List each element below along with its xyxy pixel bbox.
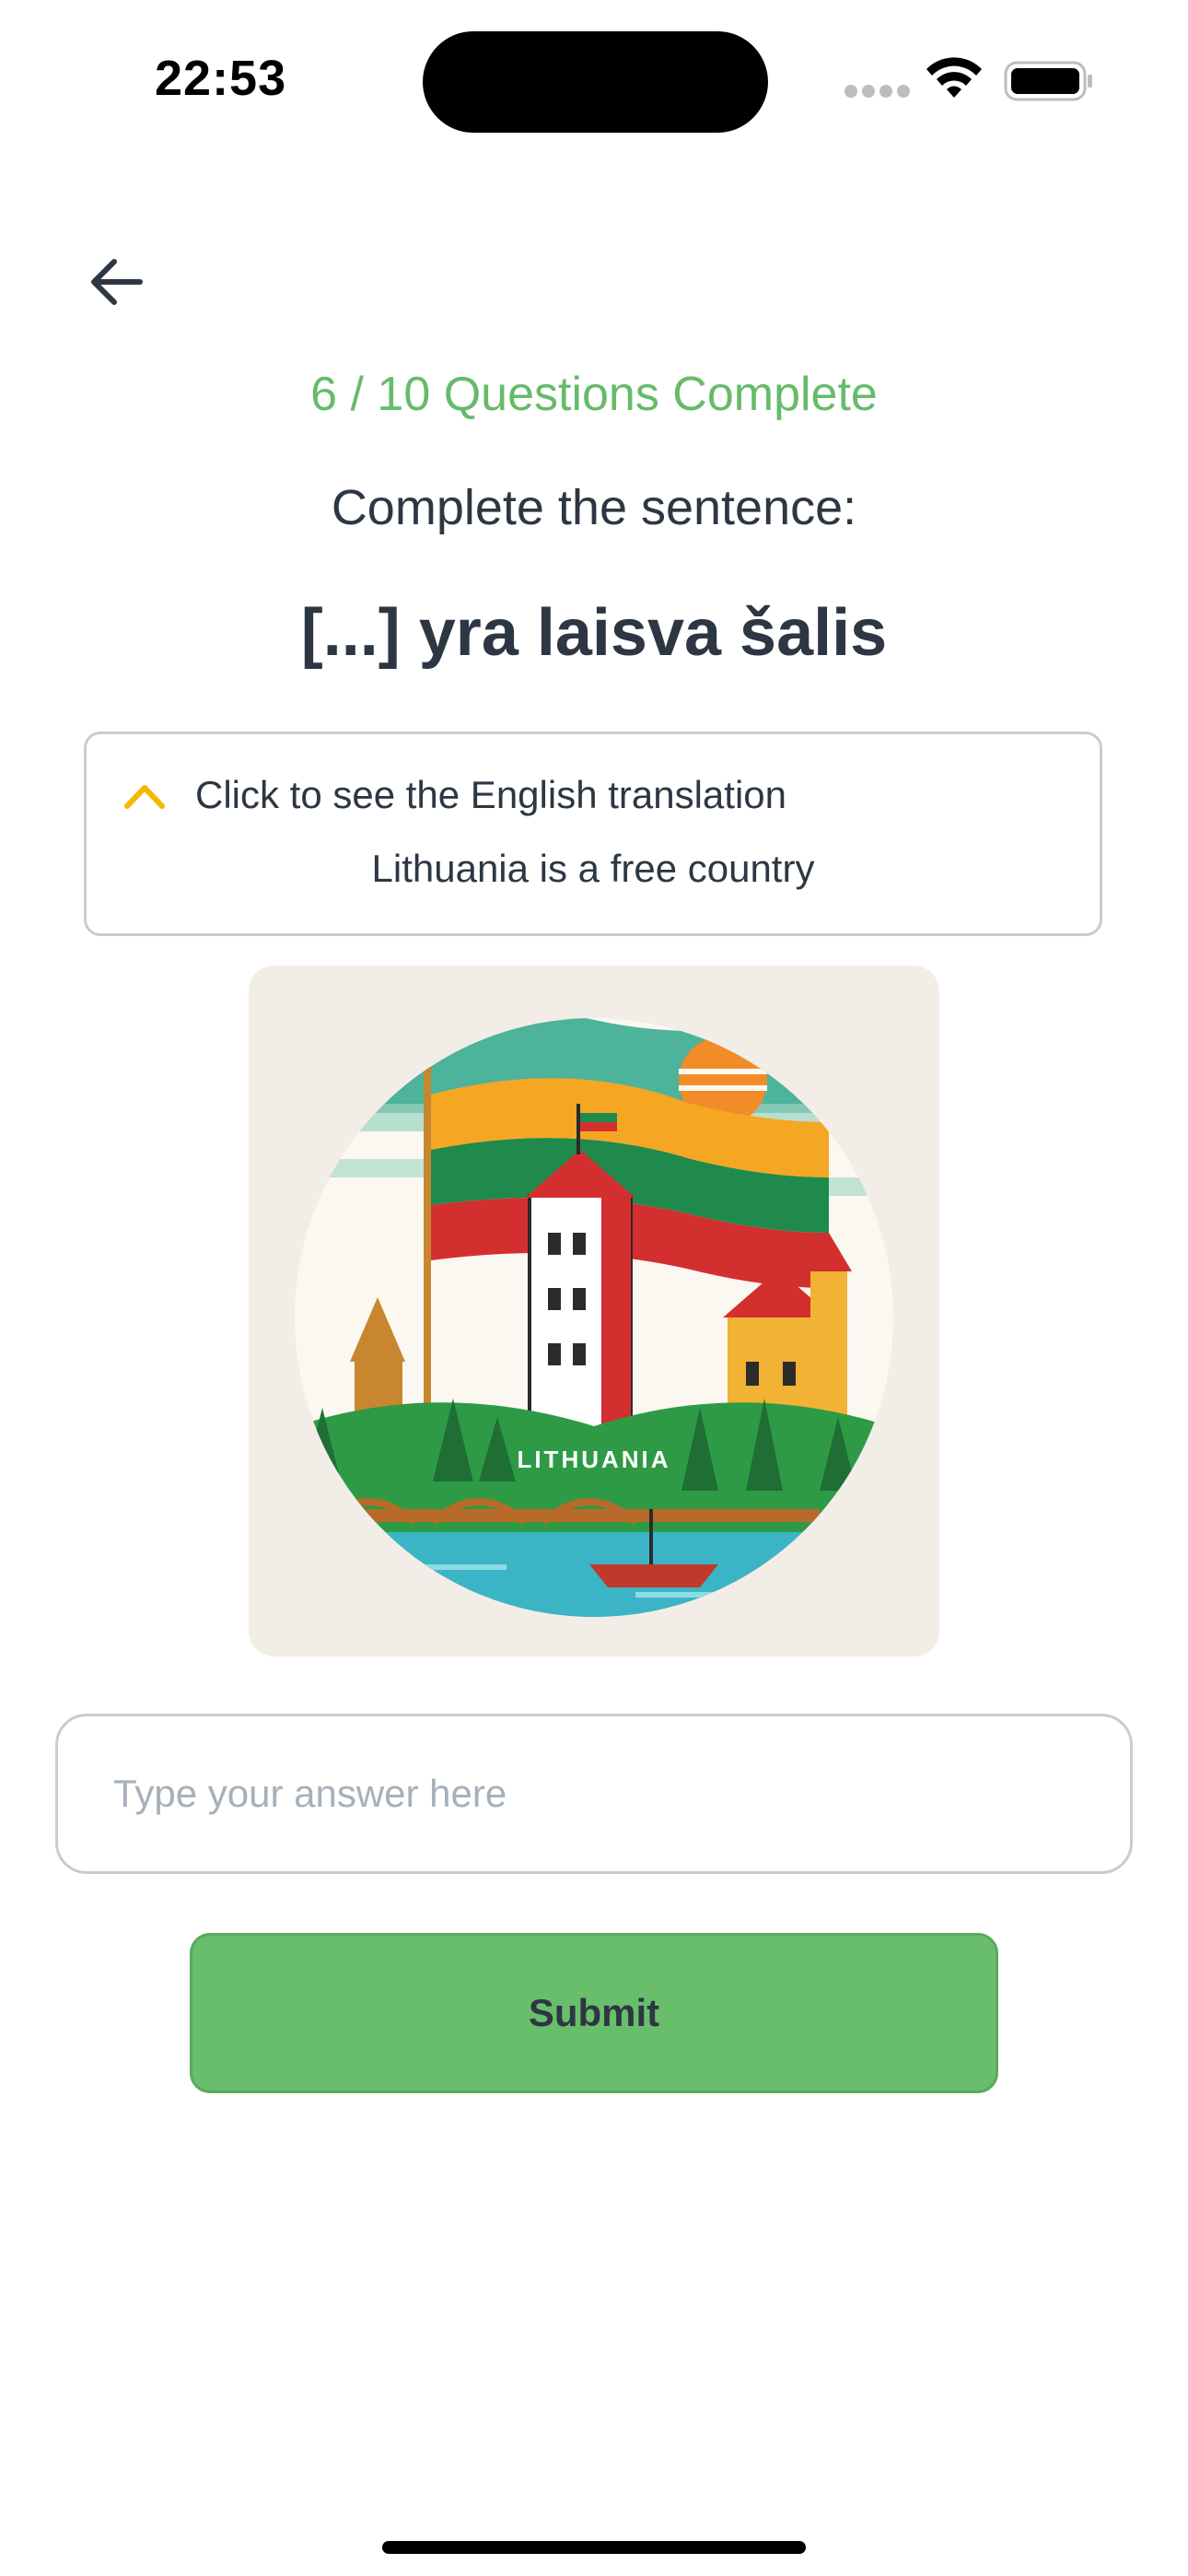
- submit-button[interactable]: Submit: [190, 1933, 998, 2093]
- chevron-up-icon: [124, 785, 165, 809]
- answer-input[interactable]: [55, 1714, 1133, 1874]
- arrow-left-icon: [91, 259, 143, 305]
- translation-toggle-label: Click to see the English translation: [195, 773, 786, 816]
- question-instruction: Complete the sentence:: [331, 480, 857, 535]
- dynamic-island: [423, 31, 768, 133]
- translation-panel[interactable]: Click to see the English translation Lit…: [84, 732, 1102, 936]
- wifi-icon: [926, 57, 982, 98]
- home-indicator: [382, 2541, 806, 2554]
- status-time: 22:53: [155, 51, 287, 106]
- cellular-signal-icon: [844, 85, 910, 98]
- lithuania-illustration: LITHUANIA: [249, 966, 939, 1657]
- translation-text: Lithuania is a free country: [371, 847, 815, 890]
- translation-toggle[interactable]: Click to see the English translation: [122, 773, 786, 817]
- back-button[interactable]: [81, 247, 151, 317]
- progress-text: 6 / 10 Questions Complete: [310, 368, 878, 421]
- status-bar: 22:53: [0, 0, 1188, 157]
- illustration-label: LITHUANIA: [517, 1446, 670, 1473]
- question-sentence: [...] yra laisva šalis: [300, 596, 888, 670]
- battery-icon: [1004, 61, 1092, 101]
